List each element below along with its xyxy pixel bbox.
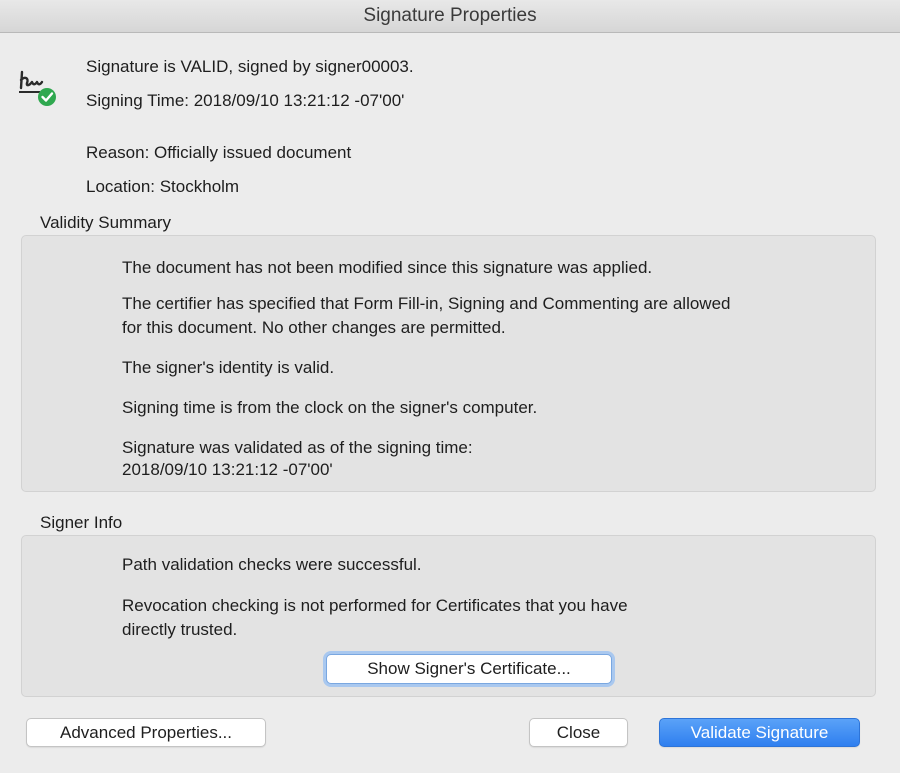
signature-status-text: Signature is VALID, signed by signer0000…: [86, 57, 414, 76]
signature-properties-dialog: Signature Properties Signature is VALID,…: [0, 0, 900, 773]
validate-signature-button[interactable]: Validate Signature: [659, 718, 860, 747]
validity-line: The document has not been modified since…: [122, 258, 653, 277]
signer-info-panel: Path validation checks were successful. …: [21, 535, 876, 697]
show-signers-certificate-button[interactable]: Show Signer's Certificate...: [326, 654, 612, 684]
reason-text: Reason: Officially issued document: [86, 143, 352, 162]
validity-line: Signature was validated as of the signin…: [122, 438, 473, 457]
advanced-properties-button[interactable]: Advanced Properties...: [26, 718, 266, 747]
validity-line: 2018/09/10 13:21:12 -07'00': [122, 460, 333, 479]
validity-line: The signer's identity is valid.: [122, 358, 335, 377]
validity-summary-label: Validity Summary: [40, 213, 171, 232]
dialog-title: Signature Properties: [0, 0, 900, 33]
close-button[interactable]: Close: [529, 718, 628, 747]
validity-line: The certifier has specified that Form Fi…: [122, 294, 731, 313]
signer-line: Revocation checking is not performed for…: [122, 596, 628, 615]
signer-line: directly trusted.: [122, 620, 238, 639]
location-text: Location: Stockholm: [86, 177, 240, 196]
validity-line: for this document. No other changes are …: [122, 318, 506, 337]
signing-time-text: Signing Time: 2018/09/10 13:21:12 -07'00…: [86, 91, 405, 110]
signature-valid-icon: [19, 70, 56, 106]
signer-line: Path validation checks were successful.: [122, 555, 422, 574]
validity-summary-panel: The document has not been modified since…: [21, 235, 876, 492]
signer-info-label: Signer Info: [40, 513, 123, 532]
validity-line: Signing time is from the clock on the si…: [122, 398, 538, 417]
